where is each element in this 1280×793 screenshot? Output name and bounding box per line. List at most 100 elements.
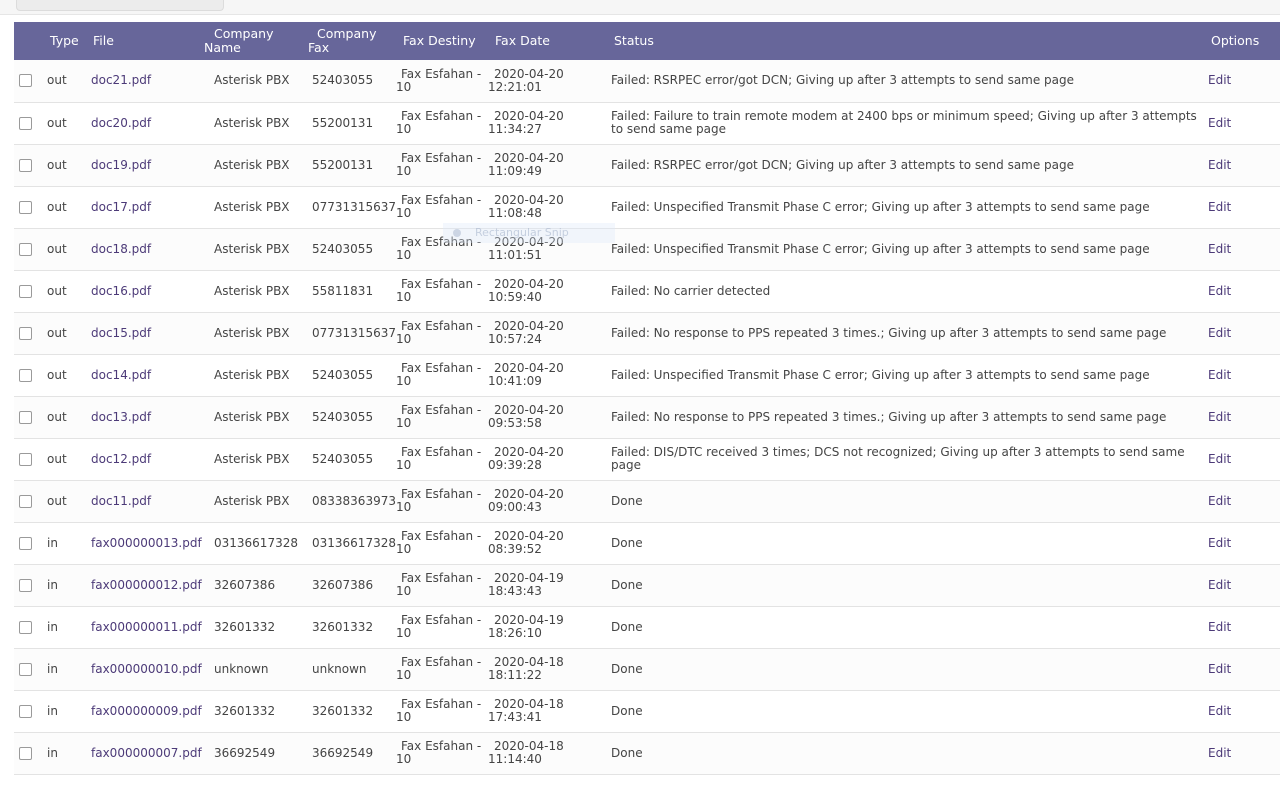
options-cell: Edit — [1206, 102, 1280, 144]
header-file[interactable]: File — [91, 22, 211, 60]
file-link[interactable]: fax000000007.pdf — [91, 746, 202, 760]
row-checkbox[interactable] — [19, 746, 32, 760]
type-cell: out — [47, 199, 67, 214]
edit-link[interactable]: Edit — [1208, 704, 1231, 718]
row-checkbox[interactable] — [19, 368, 32, 382]
company-fax-cell: 55811831 — [312, 283, 374, 298]
edit-link[interactable]: Edit — [1208, 578, 1231, 592]
top-toolbar — [0, 0, 1280, 15]
header-fax-date[interactable]: Fax Date — [488, 22, 607, 60]
status-cell: Failed: Unspecified Transmit Phase C err… — [611, 241, 1150, 256]
edit-link[interactable]: Edit — [1208, 410, 1231, 424]
status-cell: Failed: RSRPEC error/got DCN; Giving up … — [611, 73, 1075, 88]
top-tab[interactable] — [16, 0, 224, 11]
row-checkbox[interactable] — [19, 74, 32, 88]
edit-link[interactable]: Edit — [1208, 242, 1231, 256]
row-checkbox[interactable] — [19, 494, 32, 508]
file-cell: fax000000009.pdf — [91, 690, 211, 732]
file-link[interactable]: fax000000011.pdf — [91, 620, 202, 634]
fax-date-cell: 2020-04-20 09:00:43 — [488, 487, 564, 514]
file-link[interactable]: doc19.pdf — [91, 158, 151, 172]
row-select-cell — [14, 522, 47, 564]
header-status[interactable]: Status — [607, 22, 1206, 60]
row-checkbox[interactable] — [19, 200, 32, 214]
row-select-cell — [14, 396, 47, 438]
status-cell: Done — [611, 577, 643, 592]
file-link[interactable]: doc21.pdf — [91, 73, 151, 87]
fax-date-cell: 2020-04-20 08:39:52 — [488, 529, 564, 556]
file-link[interactable]: doc15.pdf — [91, 326, 151, 340]
fax-destiny-cell: Fax Esfahan -10 — [396, 445, 482, 472]
edit-link[interactable]: Edit — [1208, 452, 1231, 466]
edit-link[interactable]: Edit — [1208, 158, 1231, 172]
file-link[interactable]: fax000000012.pdf — [91, 578, 202, 592]
row-checkbox[interactable] — [19, 452, 32, 466]
file-link[interactable]: doc18.pdf — [91, 242, 151, 256]
file-link[interactable]: doc16.pdf — [91, 284, 151, 298]
table-row: out doc20.pdf Asterisk PBX 55200131 Fax Esfa… — [14, 102, 1280, 144]
header-type[interactable]: Type — [47, 22, 91, 60]
file-link[interactable]: fax000000013.pdf — [91, 536, 202, 550]
type-cell: out — [47, 451, 67, 466]
company-name-cell: unknown — [214, 661, 269, 676]
row-checkbox[interactable] — [19, 410, 32, 424]
fax-date-cell: 2020-04-20 11:34:27 — [488, 109, 564, 136]
file-cell: doc11.pdf — [91, 480, 211, 522]
company-fax-cell: 36692549 — [312, 745, 374, 760]
table-row: in fax000000009.pdf 32601332 32601332 Fax Es… — [14, 690, 1280, 732]
edit-link[interactable]: Edit — [1208, 73, 1231, 87]
row-checkbox[interactable] — [19, 158, 32, 172]
edit-link[interactable]: Edit — [1208, 494, 1231, 508]
file-link[interactable]: doc13.pdf — [91, 410, 151, 424]
type-cell: out — [47, 409, 67, 424]
row-checkbox[interactable] — [19, 662, 32, 676]
row-checkbox[interactable] — [19, 620, 32, 634]
header-company-fax[interactable]: Company Fax — [308, 22, 396, 60]
edit-link[interactable]: Edit — [1208, 368, 1231, 382]
edit-link[interactable]: Edit — [1208, 326, 1231, 340]
edit-link[interactable]: Edit — [1208, 116, 1231, 130]
row-checkbox[interactable] — [19, 326, 32, 340]
fax-date-cell: 2020-04-19 18:26:10 — [488, 613, 564, 640]
options-cell: Edit — [1206, 438, 1280, 480]
header-company-name[interactable]: Company Name — [204, 22, 308, 60]
status-cell: Failed: Unspecified Transmit Phase C err… — [611, 199, 1150, 214]
company-fax-cell: 32601332 — [312, 619, 374, 634]
status-cell: Done — [611, 619, 643, 634]
file-link[interactable]: doc20.pdf — [91, 116, 151, 130]
file-link[interactable]: doc17.pdf — [91, 200, 151, 214]
status-cell: Done — [611, 745, 643, 760]
fax-date-cell: 2020-04-20 09:53:58 — [488, 403, 564, 430]
row-checkbox[interactable] — [19, 284, 32, 298]
status-cell: Done — [611, 535, 643, 550]
file-link[interactable]: doc14.pdf — [91, 368, 151, 382]
edit-link[interactable]: Edit — [1208, 620, 1231, 634]
edit-link[interactable]: Edit — [1208, 284, 1231, 298]
company-name-cell: 32601332 — [214, 703, 276, 718]
row-select-cell — [14, 228, 47, 270]
table-header-row: Type File Company Name Company Fax Fax D… — [14, 22, 1280, 60]
header-select — [14, 22, 47, 60]
table-row: in fax000000013.pdf 03136617328 03136617328… — [14, 522, 1280, 564]
fax-destiny-cell: Fax Esfahan -10 — [396, 151, 482, 178]
file-link[interactable]: doc12.pdf — [91, 452, 151, 466]
row-checkbox[interactable] — [19, 116, 32, 130]
edit-link[interactable]: Edit — [1208, 200, 1231, 214]
status-cell: Done — [611, 493, 643, 508]
fax-date-cell: 2020-04-20 09:39:28 — [488, 445, 564, 472]
row-checkbox[interactable] — [19, 704, 32, 718]
company-name-cell: Asterisk PBX — [214, 367, 290, 382]
row-select-cell — [14, 438, 47, 480]
edit-link[interactable]: Edit — [1208, 536, 1231, 550]
header-fax-destiny[interactable]: Fax Destiny — [396, 22, 488, 60]
file-link[interactable]: fax000000010.pdf — [91, 662, 202, 676]
row-checkbox[interactable] — [19, 536, 32, 550]
edit-link[interactable]: Edit — [1208, 662, 1231, 676]
file-link[interactable]: doc11.pdf — [91, 494, 151, 508]
file-link[interactable]: fax000000009.pdf — [91, 704, 202, 718]
edit-link[interactable]: Edit — [1208, 746, 1231, 760]
fax-date-cell: 2020-04-18 17:43:41 — [488, 697, 564, 724]
table-row: out doc14.pdf Asterisk PBX 52403055 Fax Esfa… — [14, 354, 1280, 396]
row-checkbox[interactable] — [19, 578, 32, 592]
row-checkbox[interactable] — [19, 242, 32, 256]
